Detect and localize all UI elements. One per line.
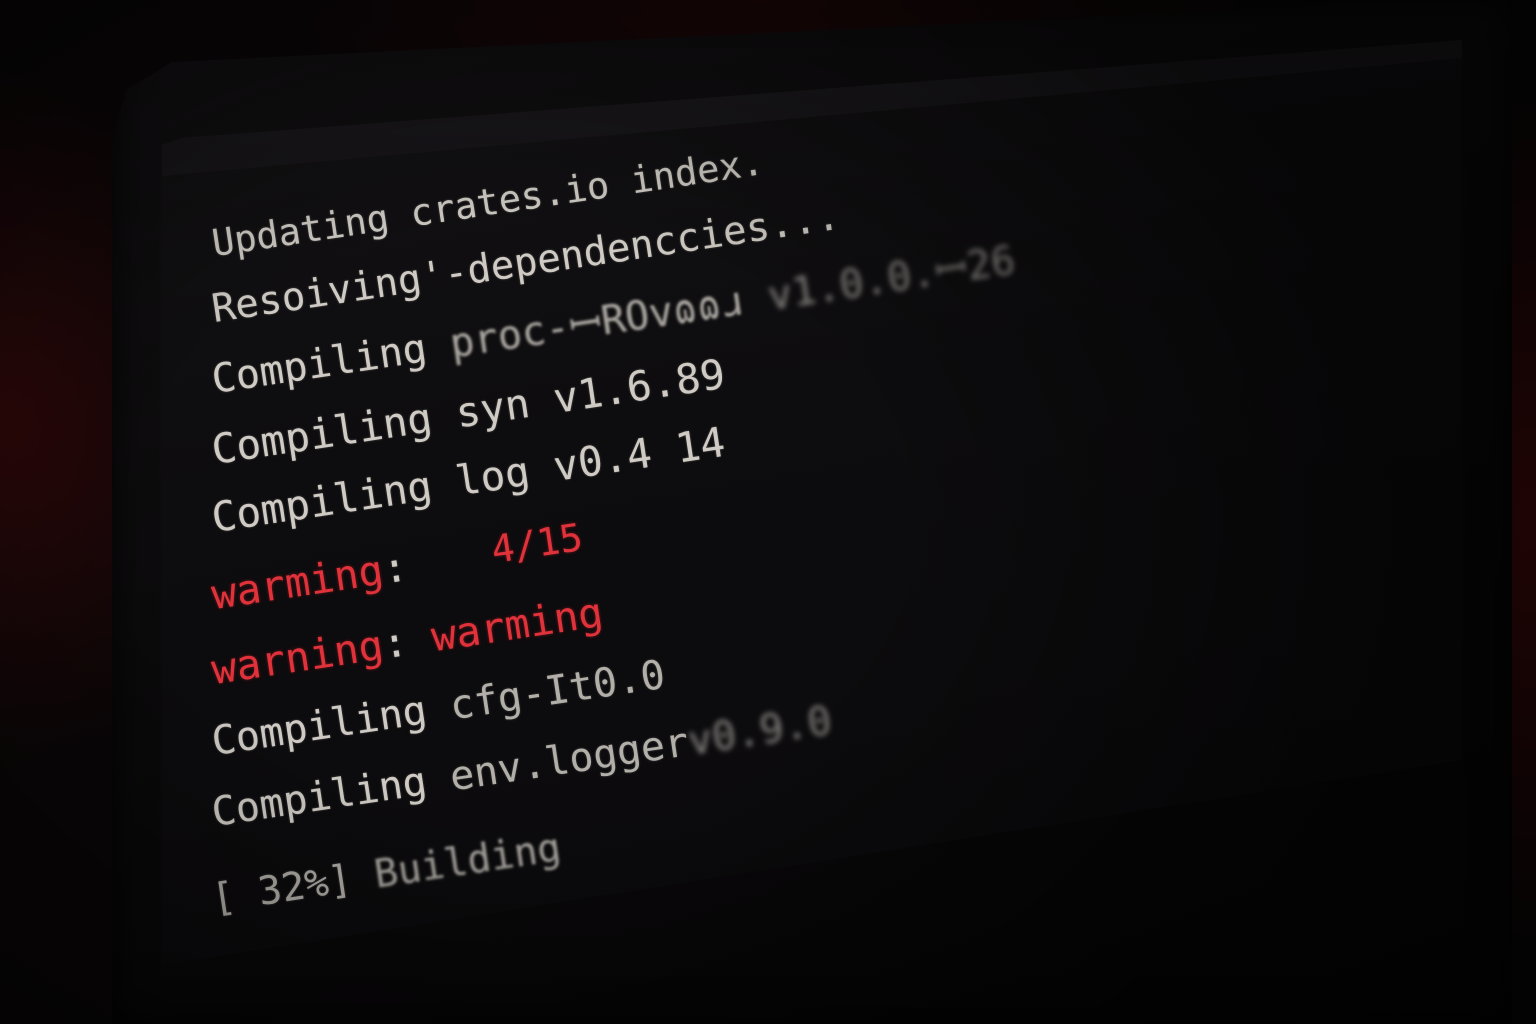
crate-counter: 4/15 — [488, 514, 586, 572]
terminal-output: Updating crates.io index. Resoiving'-dep… — [0, 0, 1536, 1024]
crate-version: v1.6.89 — [550, 349, 729, 423]
verb-compiling: Compiling — [208, 393, 436, 474]
build-status: Building — [371, 825, 564, 898]
crate-name: env.logger — [446, 719, 692, 801]
verb-compiling: Compiling — [208, 758, 430, 836]
warning-label: warming — [208, 545, 387, 619]
verb-compiling: Compiling — [208, 687, 430, 765]
crate-version: v0.4 14 — [550, 417, 729, 491]
verb-updating: Updating — [209, 196, 392, 265]
warning-label: warning — [208, 620, 387, 694]
crate-name: log — [452, 447, 533, 506]
progress-indicator: [ 32%] — [208, 856, 355, 922]
line-warning-one: warming: — [208, 542, 410, 619]
crate-version: v0.9.0 — [685, 697, 835, 765]
warning-message: warming — [428, 588, 607, 662]
crate-name: syn — [452, 379, 533, 438]
verb-compiling: Compiling — [208, 461, 436, 542]
verb-compiling: Compiling — [208, 325, 430, 403]
verb-resolving: Resoiving' — [208, 252, 448, 332]
crate-name: cfg-It0.0 — [446, 651, 669, 730]
crate-version: v1.0.0.ꟷ26 — [764, 237, 1019, 320]
line-build-progress: [ 32%] Building — [208, 825, 564, 922]
photo-scene: Updating crates.io index. Resoiving'-dep… — [0, 0, 1536, 1024]
